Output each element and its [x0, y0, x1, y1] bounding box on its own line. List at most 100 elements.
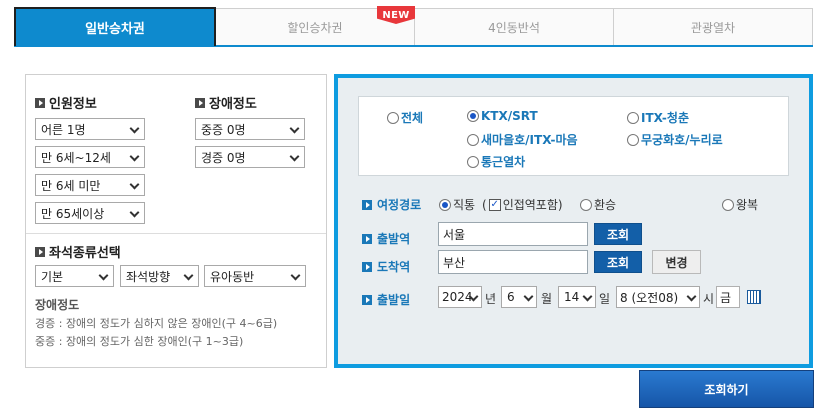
- radio-all[interactable]: 전체: [387, 109, 423, 126]
- hour-unit: 시: [703, 292, 715, 306]
- radio-mugunghwa-label: 무궁화호/누리로: [641, 133, 723, 147]
- tab-four-seat[interactable]: 4인동반석: [415, 8, 614, 45]
- severe-disability-select[interactable]: 중증 0명: [195, 118, 305, 140]
- ticket-tabs: 일반승차권 할인승차권 NEW 4인동반석 관광열차: [14, 6, 813, 47]
- seat-direction-select[interactable]: 좌석방향: [120, 265, 199, 287]
- infant-seat-select[interactable]: 유아동반: [204, 265, 306, 287]
- bullet-icon: [35, 246, 45, 257]
- departure-lookup-button[interactable]: 조회: [594, 223, 642, 245]
- radio-saemaeul-label: 새마을호/ITX-마음: [481, 133, 578, 147]
- hour-value: 8 (오전08): [620, 290, 679, 305]
- weekday-display: 금: [716, 286, 740, 308]
- bullet-icon: [362, 261, 372, 272]
- bullet-icon: [362, 233, 372, 244]
- date-label: 출발일: [362, 291, 410, 308]
- seat-direction-value: 좌석방향: [126, 269, 171, 284]
- mild-disability-value: 경증 0명: [201, 150, 246, 165]
- radio-circle-icon: [722, 198, 734, 211]
- month-select[interactable]: 6: [501, 286, 537, 308]
- arrival-label: 도착역: [362, 258, 410, 275]
- day-unit: 일: [599, 292, 611, 306]
- date-label-text: 출발일: [377, 293, 411, 307]
- radio-circle-icon: [627, 133, 639, 146]
- radio-itx-cheongchun-label: ITX-청춘: [641, 111, 689, 125]
- year-value: 2024: [442, 290, 473, 304]
- section-divider: [26, 233, 326, 234]
- child-count-select[interactable]: 만 6세~12세: [35, 146, 145, 168]
- route-roundtrip-label: 왕복: [736, 198, 759, 212]
- bullet-icon: [362, 294, 372, 305]
- route-adjacent-paren: (: [482, 197, 487, 212]
- tab-label: 4인동반석: [488, 20, 540, 35]
- tab-discount-ticket[interactable]: 할인승차권 NEW: [216, 6, 415, 45]
- route-direct-radio[interactable]: 직통: [439, 196, 475, 213]
- departure-label-text: 출발역: [377, 232, 411, 246]
- disability-section-title: 장애정도: [195, 93, 257, 112]
- day-value: 14: [564, 290, 580, 304]
- tab-label: 일반승차권: [85, 22, 145, 37]
- radio-selected-icon: [467, 110, 479, 122]
- year-select[interactable]: 2024: [438, 286, 482, 308]
- arrival-lookup-button[interactable]: 조회: [594, 251, 642, 273]
- radio-mugunghwa[interactable]: 무궁화호/누리로: [627, 131, 723, 148]
- route-adjacent-label: 인접역포함): [502, 198, 563, 212]
- radio-saemaeul[interactable]: 새마을호/ITX-마음: [467, 131, 578, 148]
- passenger-title: 인원정보: [49, 97, 97, 112]
- note-severe: 중증 : 장애의 정도가 심한 장애인(구 1~3급): [35, 335, 244, 348]
- route-transfer-label: 환승: [594, 198, 617, 212]
- route-adjacent-checkbox[interactable]: ( ✓ 인접역포함): [482, 196, 563, 213]
- infant-count-select[interactable]: 만 6세 미만: [35, 174, 145, 196]
- checkbox-checked-icon: ✓: [488, 198, 501, 211]
- radio-circle-icon: [467, 133, 479, 146]
- seat-type-select[interactable]: 기본: [35, 265, 114, 287]
- radio-ktx-label: KTX/SRT: [481, 109, 538, 123]
- chevron-down-icon: [98, 270, 109, 281]
- severe-disability-value: 중증 0명: [201, 122, 246, 137]
- arrival-input[interactable]: 부산: [438, 250, 588, 274]
- route-label-text: 여정경로: [377, 198, 422, 212]
- radio-selected-icon: [439, 198, 451, 211]
- bullet-icon: [35, 97, 45, 108]
- tab-tour-train[interactable]: 관광열차: [614, 8, 813, 45]
- chevron-down-icon: [129, 123, 140, 134]
- chevron-down-icon: [686, 291, 697, 302]
- swap-stations-button[interactable]: 변경: [652, 250, 701, 274]
- chevron-down-icon: [289, 151, 300, 162]
- passenger-panel: 인원정보 장애정도 어른 1명 중증 0명 만 6세~12세 경증 0명 만 6…: [25, 74, 327, 368]
- mild-disability-select[interactable]: 경증 0명: [195, 146, 305, 168]
- departure-input[interactable]: 서울: [438, 222, 588, 246]
- journey-panel: 전체 KTX/SRT ITX-청춘 새마을호/ITX-마음 무궁화호/누리로 통…: [334, 74, 813, 368]
- chevron-down-icon: [289, 123, 300, 134]
- route-transfer-radio[interactable]: 환승: [580, 196, 616, 213]
- infant-count-value: 만 6세 미만: [41, 178, 101, 193]
- search-button[interactable]: 조회하기: [639, 370, 814, 408]
- chevron-down-icon: [290, 270, 301, 281]
- chevron-down-icon: [129, 207, 140, 218]
- seat-section-title: 좌석종류선택: [35, 242, 121, 261]
- radio-commuter-label: 통근열차: [481, 155, 526, 169]
- note-mild: 경증 : 장애의 정도가 심하지 않은 장애인(구 4~6급): [35, 317, 278, 330]
- infant-seat-value: 유아동반: [210, 269, 255, 284]
- day-select[interactable]: 14: [558, 286, 596, 308]
- senior-count-select[interactable]: 만 65세이상: [35, 202, 145, 224]
- radio-circle-icon: [467, 155, 479, 168]
- hour-select[interactable]: 8 (오전08): [616, 286, 700, 308]
- route-direct-label: 직통: [453, 198, 476, 212]
- year-unit: 년: [485, 292, 497, 306]
- adult-count-value: 어른 1명: [41, 122, 86, 137]
- route-roundtrip-radio[interactable]: 왕복: [722, 196, 758, 213]
- new-badge: NEW: [377, 6, 415, 24]
- month-unit: 월: [541, 292, 553, 306]
- radio-ktx[interactable]: KTX/SRT: [467, 109, 538, 123]
- calendar-icon[interactable]: [747, 290, 761, 304]
- radio-itx-cheongchun[interactable]: ITX-청춘: [627, 109, 689, 126]
- senior-count-value: 만 65세이상: [41, 206, 105, 221]
- bullet-icon: [195, 97, 205, 108]
- note-title: 장애정도: [35, 298, 80, 312]
- adult-count-select[interactable]: 어른 1명: [35, 118, 145, 140]
- radio-commuter[interactable]: 통근열차: [467, 153, 525, 170]
- seat-title: 좌석종류선택: [49, 246, 121, 261]
- tab-general-ticket[interactable]: 일반승차권: [14, 7, 216, 46]
- chevron-down-icon: [582, 291, 593, 302]
- radio-circle-icon: [627, 111, 639, 124]
